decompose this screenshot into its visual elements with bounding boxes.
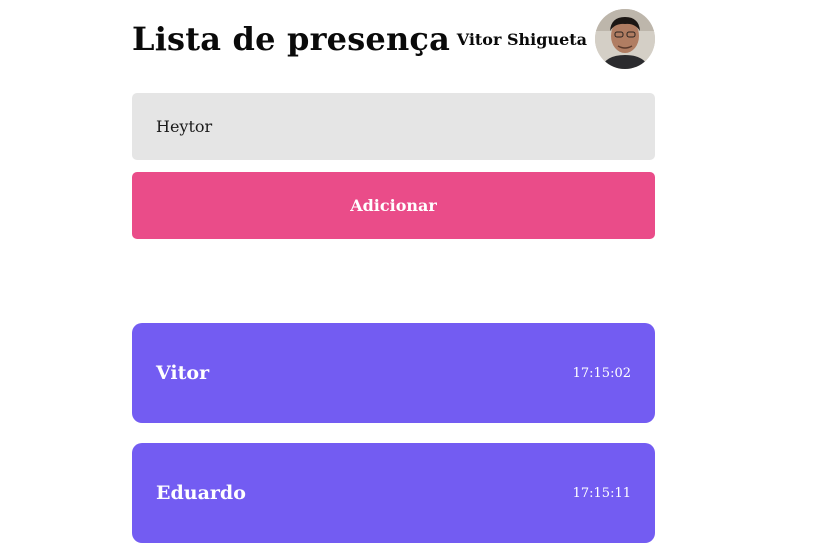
attendee-name: Vitor xyxy=(156,362,210,384)
page-title: Lista de presença xyxy=(132,20,451,58)
user-profile: Vitor Shigueta xyxy=(457,9,655,69)
attendee-list: Vitor 17:15:02 Eduardo 17:15:11 xyxy=(132,323,655,543)
attendance-page: Lista de presença Vitor Shigueta Heytor … xyxy=(0,0,839,549)
avatar-image xyxy=(595,9,655,69)
avatar xyxy=(595,9,655,69)
attendee-time: 17:15:11 xyxy=(572,485,631,501)
user-name: Vitor Shigueta xyxy=(456,29,587,49)
attendee-time: 17:15:02 xyxy=(572,365,631,381)
attendee-card: Eduardo 17:15:11 xyxy=(132,443,655,543)
add-button[interactable]: Adicionar xyxy=(132,172,655,239)
attendee-name: Eduardo xyxy=(156,482,246,504)
page-header: Lista de presença Vitor Shigueta xyxy=(132,0,655,78)
name-input[interactable] xyxy=(132,93,655,160)
main-container: Lista de presença Vitor Shigueta Heytor … xyxy=(132,0,655,549)
attendee-card: Vitor 17:15:02 xyxy=(132,323,655,423)
